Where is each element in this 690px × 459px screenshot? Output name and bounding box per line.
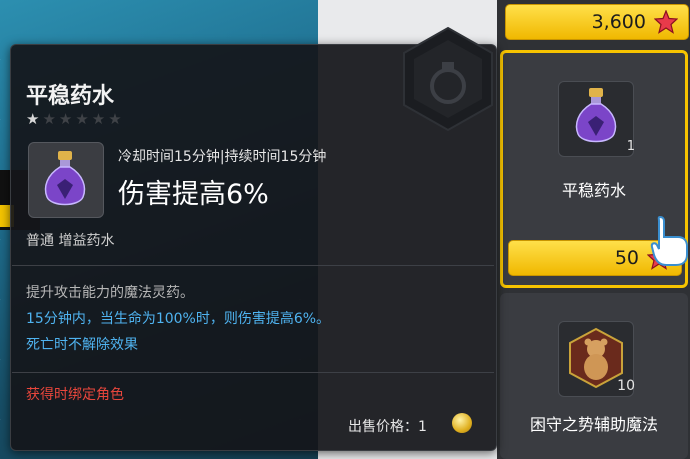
item-emblem-hexagon-icon: [403, 26, 493, 132]
effect-detail-line: 死亡时不解除效果: [26, 337, 138, 353]
hand-cursor-icon: [650, 215, 688, 266]
red-star-currency-icon: [654, 10, 678, 34]
item-description: 提升攻击能力的魔法灵药。: [26, 285, 194, 301]
purple-potion-icon: [575, 88, 617, 143]
price-value: 3,600: [591, 11, 646, 33]
bind-notice: 获得时绑定角色: [26, 387, 124, 403]
purple-potion-icon: [44, 151, 86, 206]
star-empty-icons: ★★★★★: [42, 110, 125, 128]
divider: [12, 265, 494, 266]
sell-price: 出售价格：1: [348, 419, 427, 435]
item-count: 10: [617, 378, 635, 394]
cooldown-duration-text: 冷却时间15分钟|持续时间15分钟: [118, 149, 327, 165]
item-slot: 1: [558, 81, 635, 157]
effect-text: 伤害提高6%: [118, 179, 269, 210]
tooltip-item-slot: [28, 142, 104, 218]
item-star-rating: ★★★★★★: [26, 110, 125, 128]
item-type: 普通 增益药水: [26, 233, 115, 249]
price-bar-top[interactable]: 3,600: [505, 4, 689, 40]
item-count: 1: [626, 139, 635, 154]
item-name: 困守之势辅助魔法: [529, 415, 658, 434]
star-filled-icon: ★: [26, 110, 43, 128]
divider: [12, 372, 494, 373]
item-name: 平稳药水: [561, 181, 626, 200]
item-slot: 10: [558, 321, 635, 397]
effect-detail-line: 15分钟内，当生命为100%时，则伤害提高6%。: [26, 311, 331, 327]
gold-coin-icon: [452, 413, 472, 433]
shop-item-card[interactable]: 10 困守之势辅助魔法: [500, 293, 688, 459]
item-price: 50: [614, 247, 639, 269]
item-title: 平稳药水: [26, 84, 115, 109]
